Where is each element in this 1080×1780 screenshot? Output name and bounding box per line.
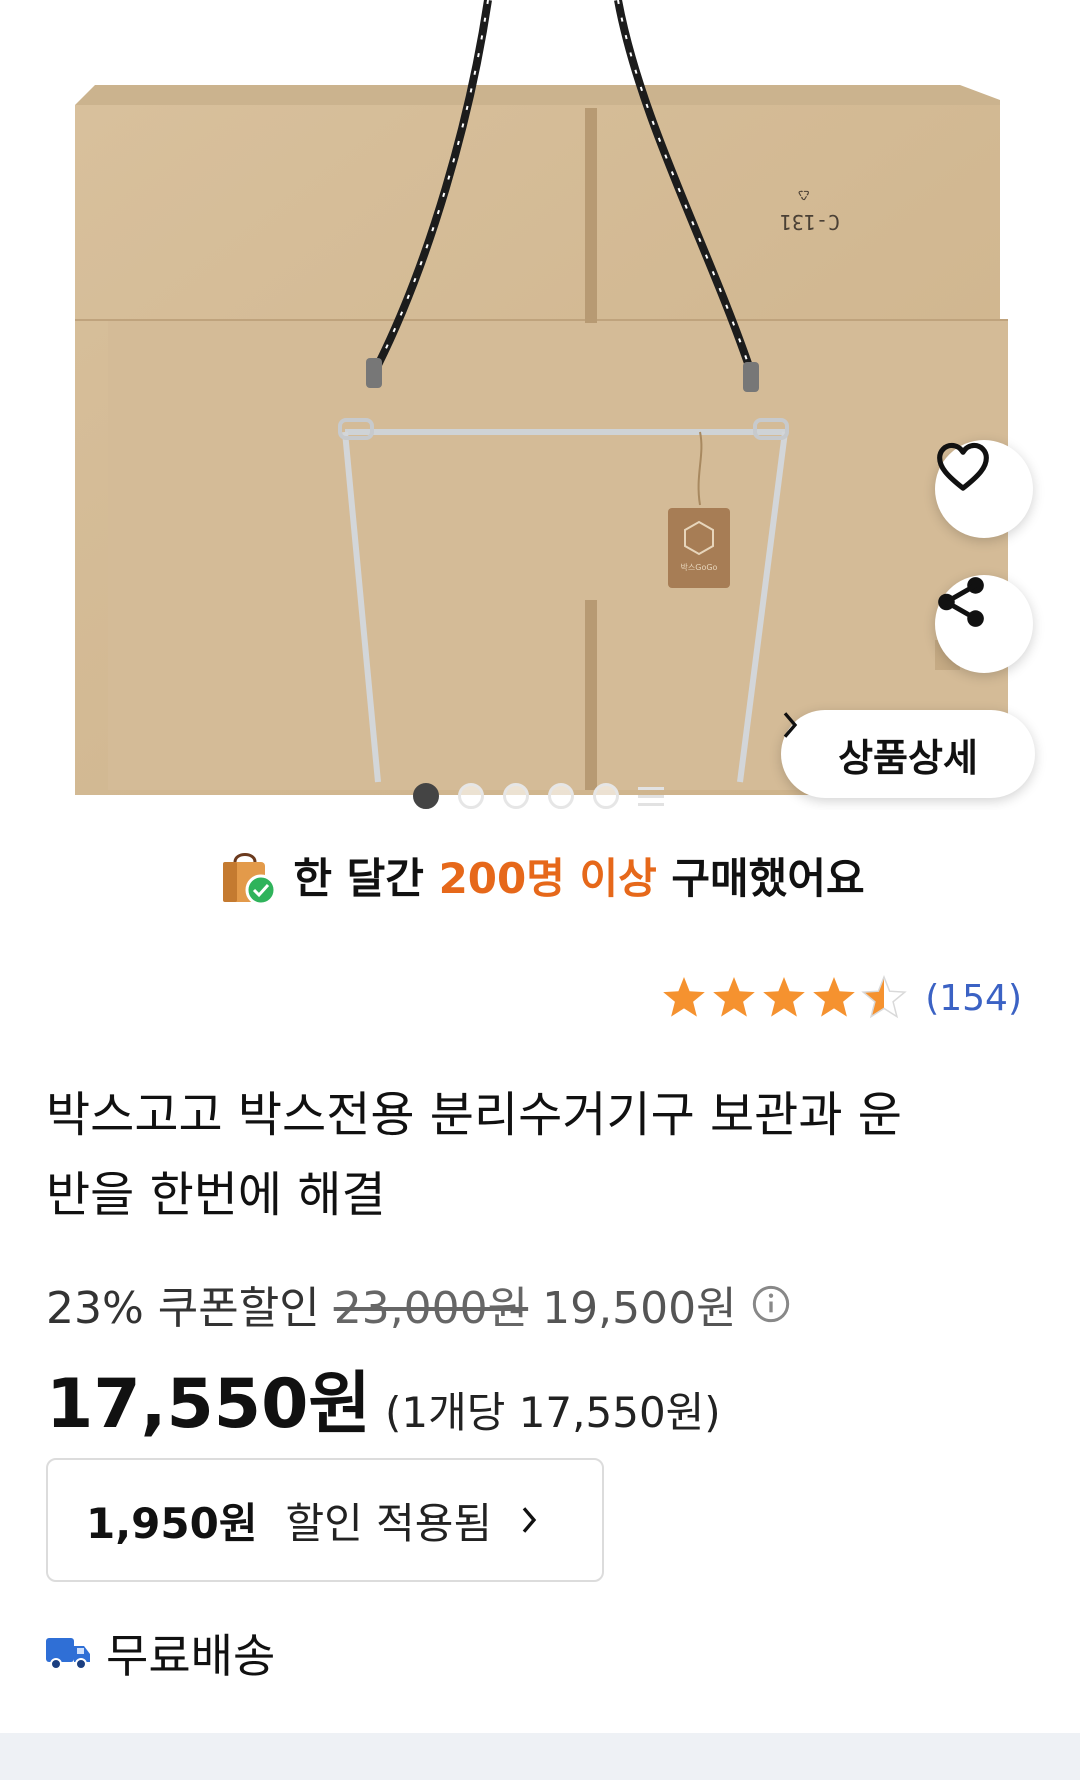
product-detail-button[interactable]: 상품상세 xyxy=(781,710,1035,798)
product-image[interactable]: C-131 ♺ 박스GoGo 상품상세 xyxy=(0,0,1080,810)
gallery-dot[interactable] xyxy=(503,783,529,809)
box-print-text: C-131 xyxy=(780,210,840,234)
gallery-pagination[interactable] xyxy=(413,783,664,809)
purchase-count-banner: 한 달간 200명 이상 구매했어요 xyxy=(0,845,1080,906)
rating-stars xyxy=(663,976,906,1018)
heart-outline-icon xyxy=(937,442,989,491)
rating[interactable]: (154) xyxy=(661,975,1022,1021)
review-count[interactable]: (154) xyxy=(925,978,1022,1019)
share-icon xyxy=(938,577,984,627)
half-star-icon xyxy=(862,976,906,1018)
star-icon xyxy=(663,977,705,1017)
gallery-more-icon[interactable] xyxy=(638,783,664,809)
chevron-right-icon xyxy=(522,1507,537,1533)
coupon-discount-label: 23% 쿠폰할인 xyxy=(46,1283,320,1334)
svg-text:♺: ♺ xyxy=(797,186,810,202)
price-breakdown: 23% 쿠폰할인 23,000원 19,500원 xyxy=(46,1272,791,1336)
unit-price: (1개당 17,550원) xyxy=(384,1388,721,1437)
product-photo: C-131 ♺ 박스GoGo xyxy=(75,0,1008,795)
gallery-dot[interactable] xyxy=(593,783,619,809)
section-divider xyxy=(0,1733,1080,1780)
purchase-suffix: 구매했어요 xyxy=(656,854,865,903)
product-detail-label: 상품상세 xyxy=(838,735,978,780)
star-icon xyxy=(813,977,855,1017)
wishlist-button[interactable] xyxy=(935,440,1033,538)
shopping-bag-check-icon xyxy=(223,852,277,905)
shipping-label: 무료배송 xyxy=(106,1629,276,1683)
product-title: 박스고고 박스전용 분리수거기구 보관과 운반을 한번에 해결 xyxy=(46,1087,902,1223)
purchase-highlight: 200명 이상 xyxy=(438,854,657,903)
gallery-dot[interactable] xyxy=(413,783,439,809)
sale-price: 19,500원 xyxy=(542,1283,737,1334)
final-price-row: 17,550원 (1개당 17,550원) xyxy=(46,1348,721,1447)
share-button[interactable] xyxy=(935,575,1033,673)
discount-label: 할인 적용됨 xyxy=(285,1498,493,1548)
info-icon[interactable] xyxy=(751,1284,791,1324)
star-icon xyxy=(713,977,755,1017)
original-price: 23,000원 xyxy=(333,1283,529,1334)
final-price: 17,550원 xyxy=(46,1365,371,1444)
discount-applied-button[interactable]: 1,950원 할인 적용됨 xyxy=(46,1458,604,1582)
truck-icon xyxy=(46,1638,90,1670)
purchase-prefix: 한 달간 xyxy=(293,854,439,903)
gallery-dot[interactable] xyxy=(548,783,574,809)
purchase-count-text: 한 달간 200명 이상 구매했어요 xyxy=(293,845,864,906)
shipping-info: 무료배송 xyxy=(44,1620,275,1686)
discount-amount: 1,950원 xyxy=(86,1498,258,1548)
gallery-dot[interactable] xyxy=(458,783,484,809)
chevron-right-icon xyxy=(783,712,798,738)
tag-text: 박스GoGo xyxy=(681,562,718,572)
star-icon xyxy=(763,977,805,1017)
